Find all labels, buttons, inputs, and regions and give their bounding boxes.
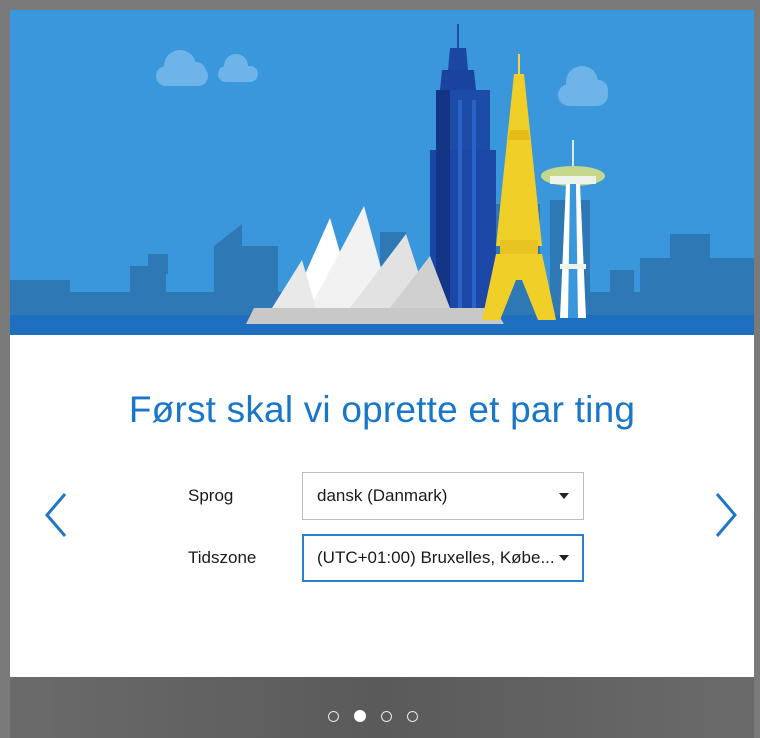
timezone-label: Tidszone [188, 548, 257, 567]
language-value: dansk (Danmark) [317, 486, 448, 505]
timezone-row: Tidszone (UTC+01:00) Bruxelles, Købe... [10, 534, 754, 584]
pagination-dot-4[interactable] [407, 710, 418, 722]
dropdown-arrow-icon [559, 555, 569, 561]
page-title: Først skal vi oprette et par ting [128, 389, 636, 430]
pagination-dots [328, 708, 418, 724]
pagination-dot-2[interactable] [354, 710, 366, 722]
hero-illustration [10, 10, 754, 335]
footer-bar [0, 677, 760, 738]
setup-panel: Først skal vi oprette et par ting Sprog … [10, 335, 754, 677]
pagination-dot-1[interactable] [328, 710, 339, 722]
language-select[interactable]: dansk (Danmark) [302, 472, 584, 520]
timezone-select[interactable]: (UTC+01:00) Bruxelles, Købe... [302, 534, 584, 582]
dropdown-arrow-icon [559, 493, 569, 499]
timezone-value: (UTC+01:00) Bruxelles, Købe... [317, 548, 555, 567]
language-row: Sprog dansk (Danmark) [10, 472, 754, 522]
pagination-dot-3[interactable] [381, 710, 392, 722]
language-label: Sprog [188, 486, 234, 505]
city-skyline-illustration [10, 10, 754, 335]
